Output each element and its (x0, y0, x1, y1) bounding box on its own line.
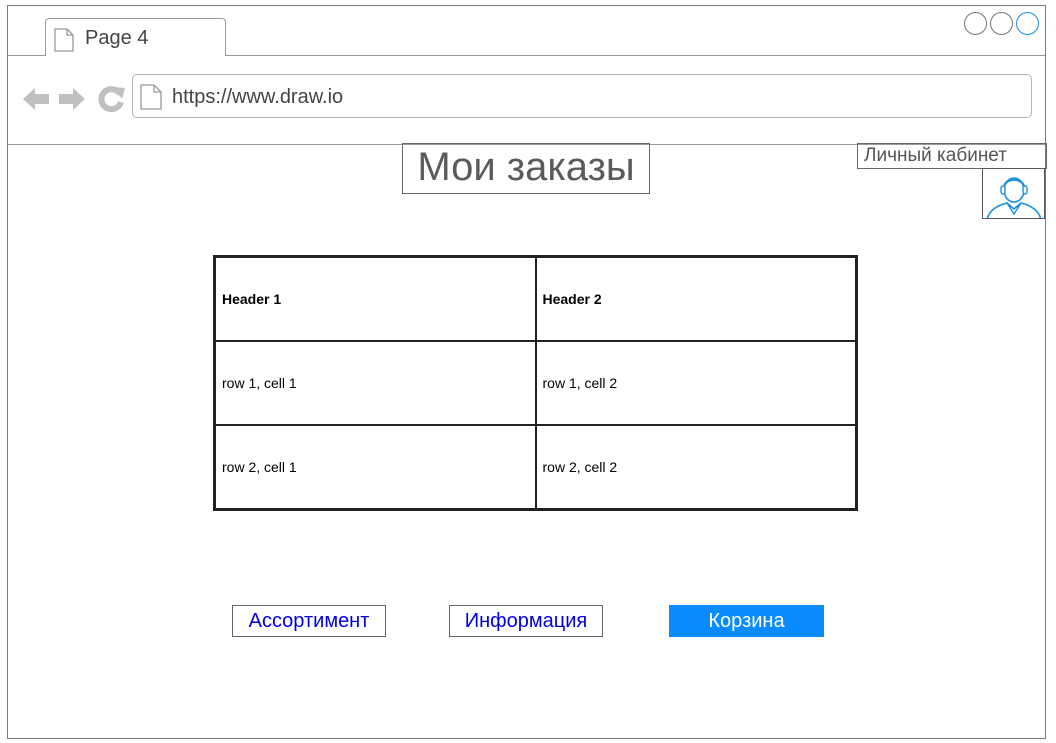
orders-table: Header 1 Header 2 row 1, cell 1 row 1, c… (213, 255, 858, 511)
table-header-cell: Header 1 (213, 255, 537, 342)
assortment-button[interactable]: Ассортимент (232, 605, 386, 637)
reload-icon[interactable] (96, 84, 126, 119)
user-avatar-icon[interactable] (982, 168, 1045, 219)
tab-bar: Page 4 (8, 6, 1045, 56)
address-bar-row: https://www.draw.io (8, 56, 1045, 145)
close-button[interactable] (1016, 12, 1039, 35)
table-row: row 2, cell 1 row 2, cell 2 (213, 424, 858, 511)
back-arrow-icon[interactable] (21, 84, 51, 119)
table-header-cell: Header 2 (534, 255, 858, 342)
url-field[interactable]: https://www.draw.io (132, 74, 1032, 118)
account-link[interactable]: Личный кабинет (857, 143, 1047, 169)
table-row: row 1, cell 1 row 1, cell 2 (213, 340, 858, 426)
table-cell: row 1, cell 2 (534, 340, 858, 426)
minimize-button[interactable] (964, 12, 987, 35)
page-icon (54, 28, 74, 57)
page-icon (140, 84, 162, 115)
browser-tab[interactable]: Page 4 (45, 18, 226, 56)
forward-arrow-icon[interactable] (57, 84, 87, 119)
table-cell: row 2, cell 1 (213, 424, 537, 511)
browser-window: Page 4 https://www.draw.io Мои заказы Ли… (7, 5, 1047, 739)
page-title: Мои заказы (402, 143, 650, 194)
url-text: https://www.draw.io (172, 86, 344, 108)
tab-title: Page 4 (85, 27, 149, 49)
window-controls (964, 12, 1039, 35)
table-cell: row 2, cell 2 (534, 424, 858, 511)
info-button[interactable]: Информация (449, 605, 603, 637)
cart-button[interactable]: Корзина (669, 605, 824, 637)
table-header-row: Header 1 Header 2 (213, 255, 858, 342)
table-cell: row 1, cell 1 (213, 340, 537, 426)
maximize-button[interactable] (990, 12, 1013, 35)
